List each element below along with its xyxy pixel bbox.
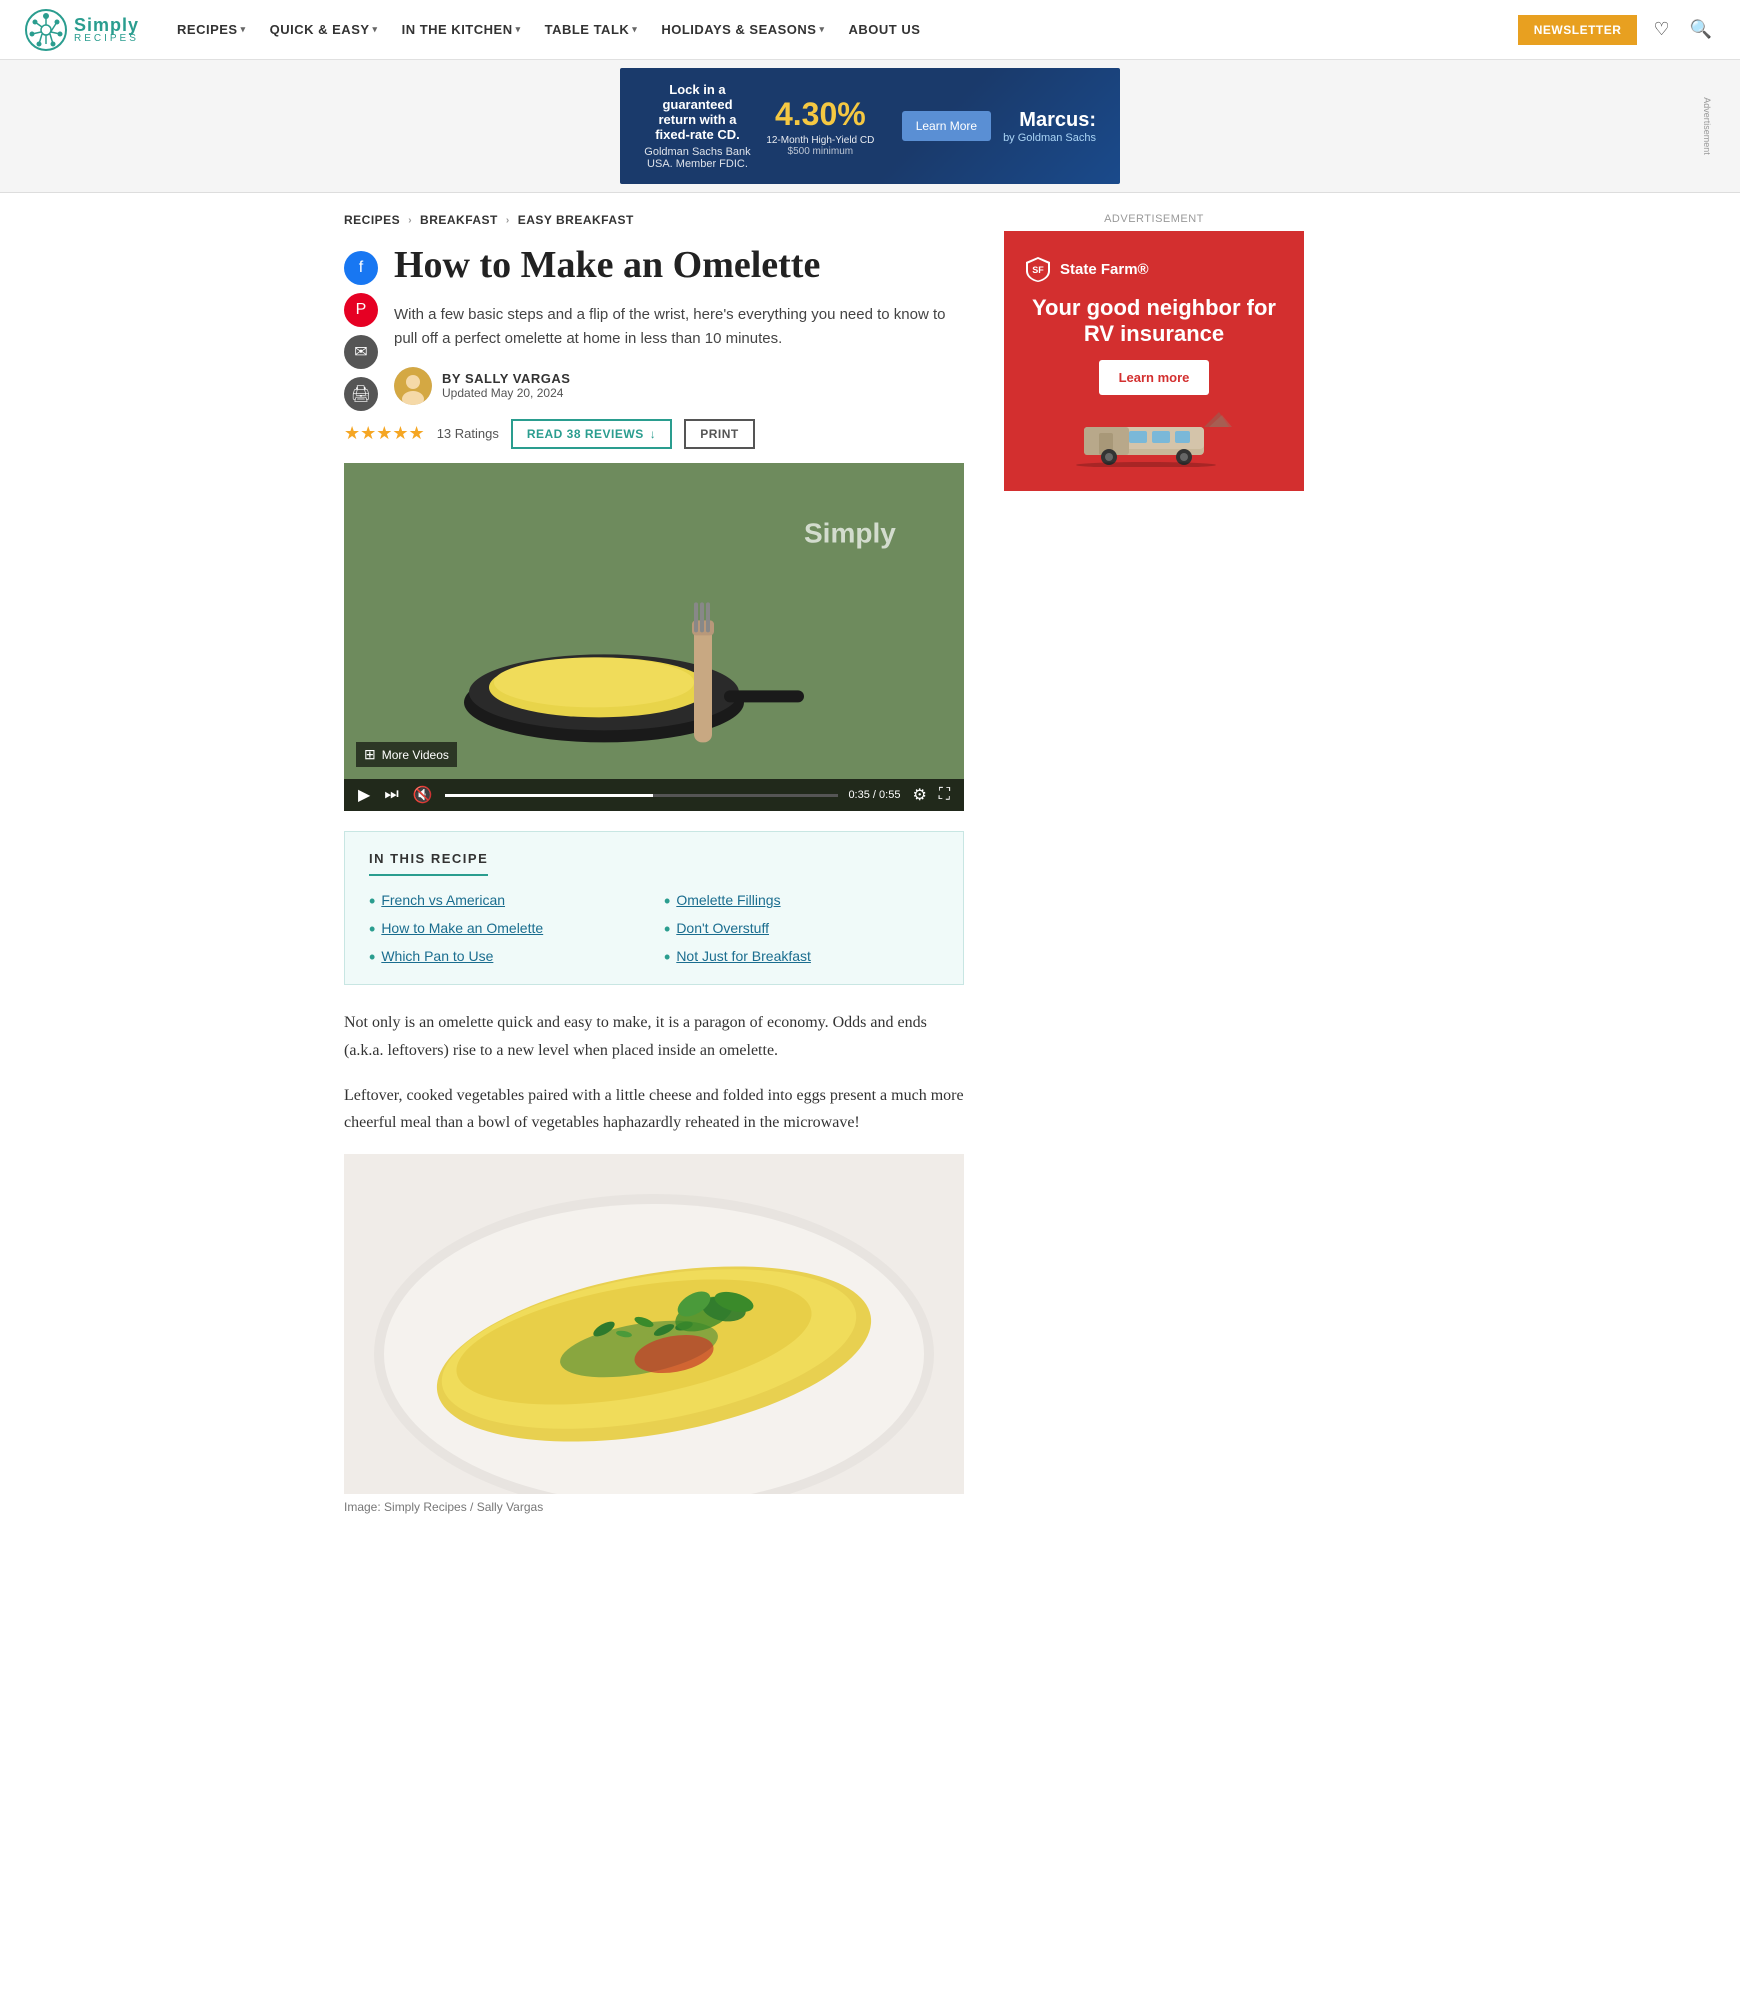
nav-recipes[interactable]: RECIPES▾ xyxy=(167,16,256,43)
video-frame: Simply ⊞ More Videos xyxy=(344,463,964,812)
video-more-videos[interactable]: ⊞ More Videos xyxy=(356,742,457,767)
sidebar-ad-label: Advertisement xyxy=(1004,213,1304,225)
star-rating: ★★★★★ xyxy=(344,423,425,444)
sidebar-ad: SF State Farm® Your good neighbor for RV… xyxy=(1004,231,1304,491)
nav-holidays-seasons[interactable]: HOLIDAYS & SEASONS▾ xyxy=(651,16,834,43)
nav-table-talk[interactable]: TABLE TALK▾ xyxy=(535,16,648,43)
ratings-row: ★★★★★ 13 Ratings READ 38 REVIEWS ↓ PRINT xyxy=(344,419,964,449)
video-time: 0:35 / 0:55 xyxy=(848,789,900,801)
nav-quick-easy[interactable]: QUICK & EASY▾ xyxy=(260,16,388,43)
in-recipe-item-6: Not Just for Breakfast xyxy=(664,948,939,966)
print-share-button[interactable]: 🖨 xyxy=(344,377,378,411)
ad-min: $500 minimum xyxy=(751,146,890,157)
in-recipe-item-1: French vs American xyxy=(369,892,644,910)
main-nav: Simply RECIPES RECIPES▾ QUICK & EASY▾ IN… xyxy=(0,0,1740,60)
logo-recipes: RECIPES xyxy=(74,34,139,44)
skip-button[interactable]: ⏭ xyxy=(382,786,400,804)
video-controls: ▶ ⏭ 🔇 0:35 / 0:55 ⚙ ⛶ xyxy=(344,779,964,811)
in-recipe-link-6[interactable]: Not Just for Breakfast xyxy=(676,948,811,964)
search-icon[interactable]: 🔍 xyxy=(1686,15,1716,44)
article-body: Not only is an omelette quick and easy t… xyxy=(344,1009,964,1136)
read-reviews-button[interactable]: READ 38 REVIEWS ↓ xyxy=(511,419,672,449)
body-paragraph-1: Not only is an omelette quick and easy t… xyxy=(344,1009,964,1063)
author-avatar xyxy=(394,367,432,405)
ratings-count: 13 Ratings xyxy=(437,426,499,441)
in-recipe-grid: French vs American Omelette Fillings How… xyxy=(369,892,939,966)
ad-headline: Lock in a guaranteed return with a fixed… xyxy=(644,82,751,142)
logo-icon xyxy=(24,8,68,52)
article-title: How to Make an Omelette xyxy=(344,243,964,289)
updated-date: Updated May 20, 2024 xyxy=(442,386,570,400)
in-recipe-title: IN THIS RECIPE xyxy=(369,851,488,876)
in-recipe-item-5: Which Pan to Use xyxy=(369,948,644,966)
article-subtitle: With a few basic steps and a flip of the… xyxy=(344,303,964,351)
article-image xyxy=(344,1154,964,1494)
image-caption: Image: Simply Recipes / Sally Vargas xyxy=(344,1500,964,1514)
statefarm-shield-icon: SF xyxy=(1024,255,1052,283)
sidebar-ad-cta-button[interactable]: Learn more xyxy=(1099,360,1210,395)
title-area: f P ✉ 🖨 How to Make an Omelette With a f… xyxy=(344,243,964,463)
body-paragraph-2: Leftover, cooked vegetables paired with … xyxy=(344,1082,964,1136)
nav-right: NEWSLETTER ♡ 🔍 xyxy=(1518,15,1716,45)
breadcrumb-sep-1: › xyxy=(408,215,412,226)
in-recipe-link-1[interactable]: French vs American xyxy=(381,892,505,908)
ad-learn-btn[interactable]: Learn More xyxy=(902,111,991,141)
settings-button[interactable]: ⚙ xyxy=(910,785,928,805)
nav-about-us[interactable]: ABOUT US xyxy=(839,16,931,43)
grid-icon: ⊞ xyxy=(364,746,376,763)
fullscreen-button[interactable]: ⛶ xyxy=(937,785,952,805)
in-recipe-link-4[interactable]: Don't Overstuff xyxy=(676,920,769,936)
newsletter-button[interactable]: NEWSLETTER xyxy=(1518,15,1638,45)
breadcrumb-sep-2: › xyxy=(506,215,510,226)
play-button[interactable]: ▶ xyxy=(356,785,372,805)
favorites-icon[interactable]: ♡ xyxy=(1649,15,1673,44)
social-sidebar: f P ✉ 🖨 xyxy=(344,251,378,411)
author-name: BY SALLY VARGAS xyxy=(442,371,570,386)
pinterest-share-button[interactable]: P xyxy=(344,293,378,327)
ad-banner: Lock in a guaranteed return with a fixed… xyxy=(0,60,1740,193)
breadcrumb: RECIPES › BREAKFAST › EASY BREAKFAST xyxy=(344,213,964,227)
in-recipe-item-3: How to Make an Omelette xyxy=(369,920,644,938)
author-row: BY SALLY VARGAS Updated May 20, 2024 xyxy=(394,367,964,405)
ad-marcus-sub: by Goldman Sachs xyxy=(1003,132,1096,144)
rv-illustration-icon xyxy=(1074,407,1234,467)
email-share-button[interactable]: ✉ xyxy=(344,335,378,369)
video-progress-fill xyxy=(445,794,654,797)
breadcrumb-breakfast[interactable]: BREAKFAST xyxy=(420,213,498,227)
video-progress-bar[interactable] xyxy=(445,794,839,797)
site-logo[interactable]: Simply RECIPES xyxy=(24,8,139,52)
article-image-container: Image: Simply Recipes / Sally Vargas xyxy=(344,1154,964,1514)
sidebar-sticky: Advertisement SF State Farm® Your good n… xyxy=(1004,213,1304,491)
in-recipe-box: IN THIS RECIPE French vs American Omelet… xyxy=(344,831,964,985)
breadcrumb-easy-breakfast[interactable]: EASY BREAKFAST xyxy=(518,213,634,227)
nav-links: RECIPES▾ QUICK & EASY▾ IN THE KITCHEN▾ T… xyxy=(167,16,1518,43)
ad-rate-label: 12-Month High-Yield CD xyxy=(751,135,890,146)
breadcrumb-recipes[interactable]: RECIPES xyxy=(344,213,400,227)
ad-sub: Goldman Sachs Bank USA. Member FDIC. xyxy=(644,146,751,170)
in-recipe-item-4: Don't Overstuff xyxy=(664,920,939,938)
sidebar-ad-headline: Your good neighbor for RV insurance xyxy=(1024,295,1284,348)
main-container: RECIPES › BREAKFAST › EASY BREAKFAST f P… xyxy=(320,193,1420,1544)
video-player: Simply ⊞ More Videos ▶ ⏭ 🔇 0:35 / 0:55 xyxy=(344,463,964,812)
logo-simply: Simply xyxy=(74,16,139,34)
author-info: BY SALLY VARGAS Updated May 20, 2024 xyxy=(442,371,570,400)
article-column: RECIPES › BREAKFAST › EASY BREAKFAST f P… xyxy=(344,213,964,1524)
sidebar-ad-brand: State Farm® xyxy=(1060,261,1149,278)
mute-button[interactable]: 🔇 xyxy=(411,785,435,805)
sidebar-column: Advertisement SF State Farm® Your good n… xyxy=(1004,213,1304,1524)
in-recipe-link-2[interactable]: Omelette Fillings xyxy=(676,892,780,908)
video-ctrl-right: ⚙ ⛶ xyxy=(910,785,952,805)
ad-rate: 4.30% xyxy=(775,96,866,133)
in-recipe-link-5[interactable]: Which Pan to Use xyxy=(381,948,493,964)
ad-marcus-title: Marcus: xyxy=(1019,109,1096,132)
nav-in-the-kitchen[interactable]: IN THE KITCHEN▾ xyxy=(392,16,531,43)
facebook-share-button[interactable]: f xyxy=(344,251,378,285)
svg-text:SF: SF xyxy=(1032,265,1044,275)
print-button[interactable]: PRINT xyxy=(684,419,755,449)
svg-text:Simply: Simply xyxy=(804,517,896,548)
ad-label-vert: Advertisement xyxy=(1702,97,1712,155)
sidebar-ad-logo-row: SF State Farm® xyxy=(1024,255,1149,283)
in-recipe-link-3[interactable]: How to Make an Omelette xyxy=(381,920,543,936)
in-recipe-item-2: Omelette Fillings xyxy=(664,892,939,910)
